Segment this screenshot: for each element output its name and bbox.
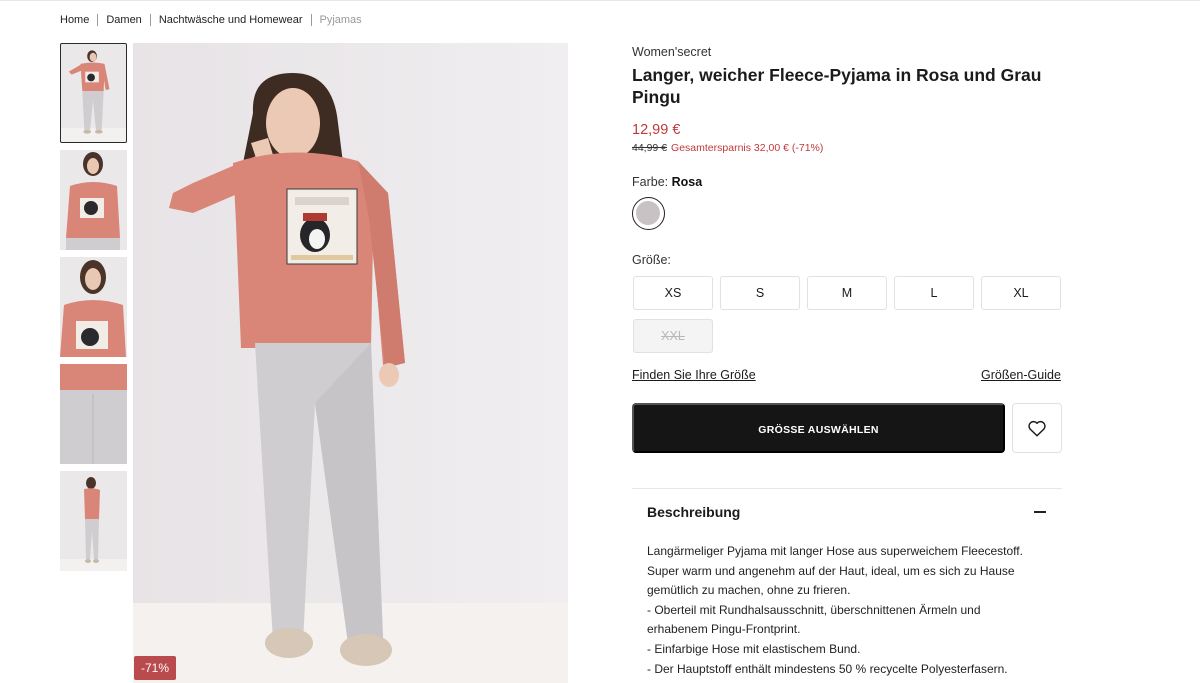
heart-icon: [1028, 420, 1046, 437]
thumbnail-image: [60, 471, 127, 571]
thumbnail-1[interactable]: [60, 43, 127, 143]
description-heading[interactable]: Beschreibung: [647, 504, 740, 520]
size-option-xl[interactable]: XL: [981, 276, 1061, 310]
color-label-text: Farbe:: [632, 175, 669, 189]
thumbnail-3[interactable]: [60, 257, 127, 357]
size-guide-link[interactable]: Größen-Guide: [981, 368, 1061, 382]
wishlist-button[interactable]: [1012, 403, 1062, 453]
description-text: Langärmeliger Pyjama mit langer Hose aus…: [647, 542, 1057, 679]
brand-name[interactable]: Women'secret: [632, 45, 711, 59]
size-option-l[interactable]: L: [894, 276, 974, 310]
current-price: 12,99 €: [632, 122, 681, 138]
discount-badge: -71%: [134, 656, 177, 680]
thumbnail-image: [60, 364, 127, 464]
old-price: 44,99 €: [632, 142, 668, 154]
minus-icon[interactable]: [1034, 511, 1046, 513]
thumbnail-image: [60, 150, 127, 250]
thumbnail-image: [60, 257, 127, 357]
swatch-fill: [636, 201, 660, 225]
description-line: - Einfarbige Hose mit elastischem Bund.: [647, 641, 861, 656]
product-photo: [133, 43, 568, 683]
size-option-xxl: XXL: [633, 319, 713, 353]
breadcrumb-home[interactable]: Home: [60, 14, 89, 26]
breadcrumb: Home Damen Nachtwäsche und Homewear Pyja…: [60, 14, 362, 26]
description-line: Super warm und angenehm auf der Haut, id…: [647, 563, 1015, 578]
thumbnail-5[interactable]: [60, 471, 127, 571]
size-label: Größe:: [632, 253, 671, 267]
description-line: erhabenem Pingu-Frontprint.: [647, 622, 801, 637]
size-option-m[interactable]: M: [807, 276, 887, 310]
section-divider: [632, 488, 1062, 489]
breadcrumb-current: Pyjamas: [319, 14, 362, 26]
product-title: Langer, weicher Fleece-Pyjama in Rosa un…: [632, 65, 1042, 107]
color-swatch-rosa[interactable]: [632, 197, 665, 230]
find-size-link[interactable]: Finden Sie Ihre Größe: [632, 368, 756, 382]
breadcrumb-separator: [310, 14, 312, 26]
breadcrumb-separator: [97, 14, 99, 26]
color-label: Farbe: Rosa: [632, 175, 702, 189]
description-line: gemütlich zu machen, ohne zu frieren.: [647, 583, 851, 598]
breadcrumb-separator: [149, 14, 151, 26]
size-option-xs[interactable]: XS: [633, 276, 713, 310]
size-option-s[interactable]: S: [720, 276, 800, 310]
breadcrumb-nachtwaesche[interactable]: Nachtwäsche und Homewear: [159, 14, 303, 26]
thumbnail-2[interactable]: [60, 150, 127, 250]
description-line: - Der Hauptstoff enthält mindestens 50 %…: [647, 661, 1008, 676]
main-product-image[interactable]: [133, 43, 568, 683]
savings-text: Gesamtersparnis 32,00 € (-71%): [671, 142, 824, 154]
header-divider: [0, 0, 1200, 1]
thumbnail-4[interactable]: [60, 364, 127, 464]
description-line: - Oberteil mit Rundhalsausschnitt, übers…: [647, 602, 981, 617]
description-line: Langärmeliger Pyjama mit langer Hose aus…: [647, 544, 1023, 558]
select-size-button[interactable]: GRÖSSE AUSWÄHLEN: [632, 403, 1005, 453]
breadcrumb-damen[interactable]: Damen: [106, 14, 141, 26]
price-details: 44,99 € Gesamtersparnis 32,00 € (-71%): [632, 142, 823, 154]
color-value: Rosa: [671, 175, 703, 189]
thumbnail-image: [61, 44, 126, 142]
